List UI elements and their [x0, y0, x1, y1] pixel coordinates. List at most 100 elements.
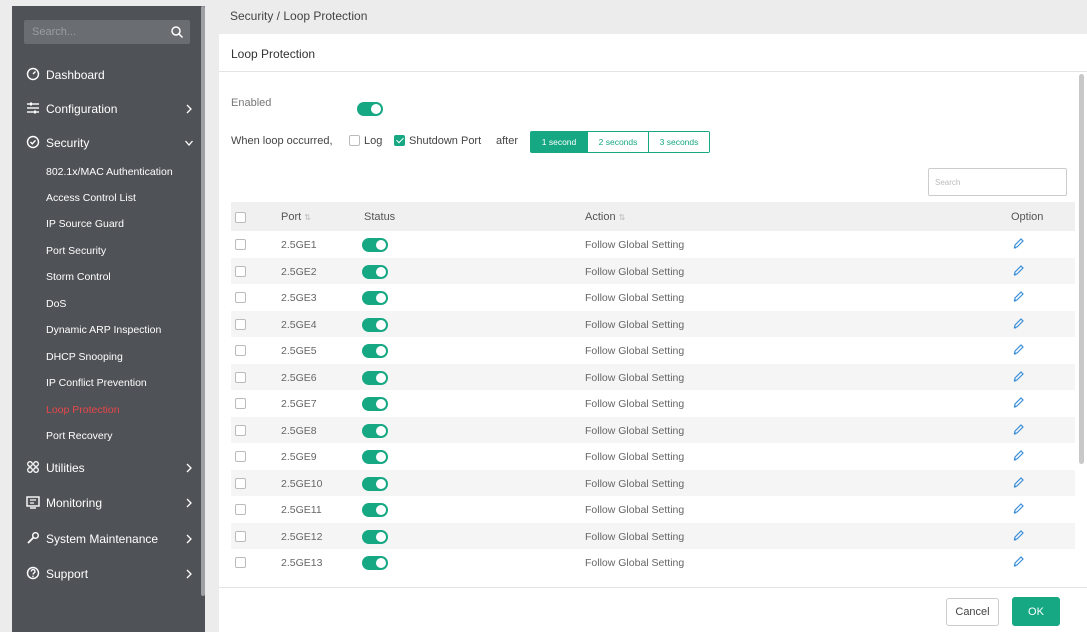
sidebar-item-port-recovery[interactable]: Port Recovery [12, 425, 205, 447]
port-cell: 2.5GE13 [281, 557, 323, 569]
sidebar-item-acl[interactable]: Access Control List [12, 187, 205, 209]
sidebar-search-input[interactable] [24, 20, 164, 44]
table-row: 2.5GE7 Follow Global Setting [231, 390, 1075, 417]
enabled-toggle[interactable] [357, 102, 383, 116]
edit-icon[interactable] [1012, 529, 1025, 542]
nav-monitoring[interactable]: Monitoring [12, 490, 205, 516]
action-cell: Follow Global Setting [585, 265, 685, 278]
column-port[interactable]: Port ⇅ [281, 211, 311, 223]
sidebar-item-ip-source-guard[interactable]: IP Source Guard [12, 213, 205, 235]
wrench-icon [27, 532, 39, 544]
status-toggle[interactable] [362, 238, 388, 252]
edit-icon[interactable] [1012, 449, 1025, 462]
monitor-icon [26, 496, 40, 509]
port-cell: 2.5GE5 [281, 345, 317, 357]
panel-scrollbar[interactable] [1079, 74, 1084, 464]
chevron-right-icon [186, 463, 192, 473]
sidebar-item-ip-conflict[interactable]: IP Conflict Prevention [12, 372, 205, 394]
search-icon[interactable] [170, 25, 184, 39]
row-checkbox[interactable] [235, 451, 246, 462]
status-toggle[interactable] [362, 344, 388, 358]
help-icon [26, 566, 40, 580]
sidebar-item-dynamic-arp[interactable]: Dynamic ARP Inspection [12, 319, 205, 341]
shutdown-port-checkbox[interactable] [394, 135, 405, 146]
nav-support[interactable]: Support [12, 561, 205, 587]
status-toggle[interactable] [362, 476, 388, 491]
action-cell: Follow Global Setting [585, 424, 685, 437]
edit-icon[interactable] [1012, 476, 1025, 489]
sidebar-scrollbar[interactable] [201, 6, 205, 596]
column-action[interactable]: Action ⇅ [585, 211, 625, 223]
row-checkbox[interactable] [235, 239, 246, 250]
sidebar-item-dhcp-snooping[interactable]: DHCP Snooping [12, 346, 205, 368]
table-row: 2.5GE6 Follow Global Setting [231, 363, 1075, 390]
status-toggle[interactable] [362, 529, 388, 544]
nav-utilities[interactable]: Utilities [12, 455, 205, 481]
sidebar-item-label: Storm Control [46, 271, 111, 283]
edit-icon[interactable] [1012, 317, 1025, 330]
sidebar-item-label: Dynamic ARP Inspection [46, 324, 162, 336]
edit-icon[interactable] [1012, 343, 1025, 356]
log-label: Log [364, 135, 383, 147]
row-checkbox[interactable] [235, 504, 246, 515]
interval-3-seconds[interactable]: 3 seconds [649, 132, 709, 152]
sidebar-item-dos[interactable]: DoS [12, 293, 205, 315]
port-cell: 2.5GE3 [281, 292, 317, 304]
row-checkbox[interactable] [235, 424, 246, 436]
row-checkbox[interactable] [235, 265, 246, 277]
row-checkbox[interactable] [235, 557, 246, 568]
log-checkbox[interactable] [349, 135, 360, 146]
row-checkbox[interactable] [235, 345, 246, 356]
edit-icon[interactable] [1012, 290, 1025, 303]
status-toggle[interactable] [362, 556, 388, 570]
row-checkbox[interactable] [235, 530, 246, 542]
nav-system-maintenance[interactable]: System Maintenance [12, 526, 205, 552]
sort-icon: ⇅ [304, 213, 311, 222]
edit-icon[interactable] [1012, 264, 1025, 277]
nav-security[interactable]: Security [12, 130, 205, 156]
status-toggle[interactable] [362, 291, 388, 305]
action-cell: Follow Global Setting [585, 292, 685, 304]
nav-dashboard[interactable]: Dashboard [12, 62, 205, 88]
nav-label: Configuration [46, 102, 118, 116]
status-toggle[interactable] [362, 423, 388, 438]
edit-icon[interactable] [1012, 423, 1025, 436]
edit-icon[interactable] [1012, 396, 1025, 409]
chevron-right-icon [186, 104, 192, 114]
interval-2-seconds[interactable]: 2 seconds [588, 132, 649, 152]
sidebar-item-label: DHCP Snooping [46, 351, 123, 363]
port-cell: 2.5GE4 [281, 318, 317, 331]
ok-button[interactable]: OK [1012, 597, 1060, 626]
status-toggle[interactable] [362, 503, 388, 517]
sidebar-item-storm-control[interactable]: Storm Control [12, 266, 205, 288]
row-checkbox[interactable] [235, 371, 246, 383]
sidebar-item-loop-protection[interactable]: Loop Protection [12, 399, 205, 421]
row-checkbox[interactable] [235, 292, 246, 303]
status-toggle[interactable] [362, 450, 388, 464]
loop-occurred-label: When loop occurred, [231, 135, 333, 147]
status-toggle[interactable] [362, 397, 388, 411]
action-cell: Follow Global Setting [585, 504, 685, 516]
shield-icon [26, 135, 40, 149]
edit-icon[interactable] [1012, 370, 1025, 383]
select-all-checkbox[interactable] [235, 212, 246, 223]
sidebar-item-port-security[interactable]: Port Security [12, 240, 205, 262]
chevron-right-icon [186, 569, 192, 579]
status-toggle[interactable] [362, 370, 388, 385]
table-row: 2.5GE8 Follow Global Setting [231, 416, 1075, 443]
edit-icon[interactable] [1012, 237, 1025, 250]
row-checkbox[interactable] [235, 398, 246, 409]
row-checkbox[interactable] [235, 318, 246, 330]
table-row: 2.5GE11 Follow Global Setting [231, 496, 1075, 523]
edit-icon[interactable] [1012, 502, 1025, 515]
row-checkbox[interactable] [235, 477, 246, 489]
nav-configuration[interactable]: Configuration [12, 96, 205, 122]
sidebar-item-8021x[interactable]: 802.1x/MAC Authentication [12, 161, 205, 183]
status-toggle[interactable] [362, 264, 388, 279]
status-toggle[interactable] [362, 317, 388, 332]
edit-icon[interactable] [1012, 555, 1025, 568]
table-row: 2.5GE2 Follow Global Setting [231, 257, 1075, 284]
table-search-input[interactable] [928, 168, 1067, 196]
interval-1-second[interactable]: 1 second [531, 132, 588, 152]
cancel-button[interactable]: Cancel [946, 598, 999, 626]
